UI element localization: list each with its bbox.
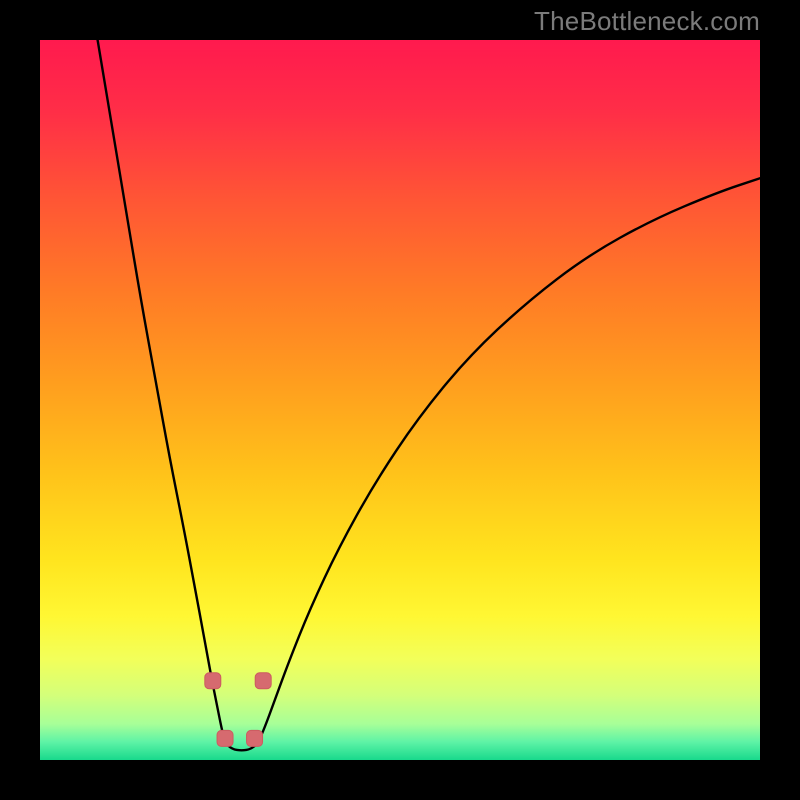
valley-marker: [255, 673, 271, 689]
watermark-text: TheBottleneck.com: [534, 6, 760, 37]
outer-frame: TheBottleneck.com: [0, 0, 800, 800]
valley-marker: [247, 730, 263, 746]
valley-marker: [217, 730, 233, 746]
valley-markers-group: [205, 673, 271, 747]
plot-area: [40, 40, 760, 760]
valley-marker: [205, 673, 221, 689]
curve-layer: [40, 40, 760, 760]
bottleneck-curve: [98, 40, 760, 750]
